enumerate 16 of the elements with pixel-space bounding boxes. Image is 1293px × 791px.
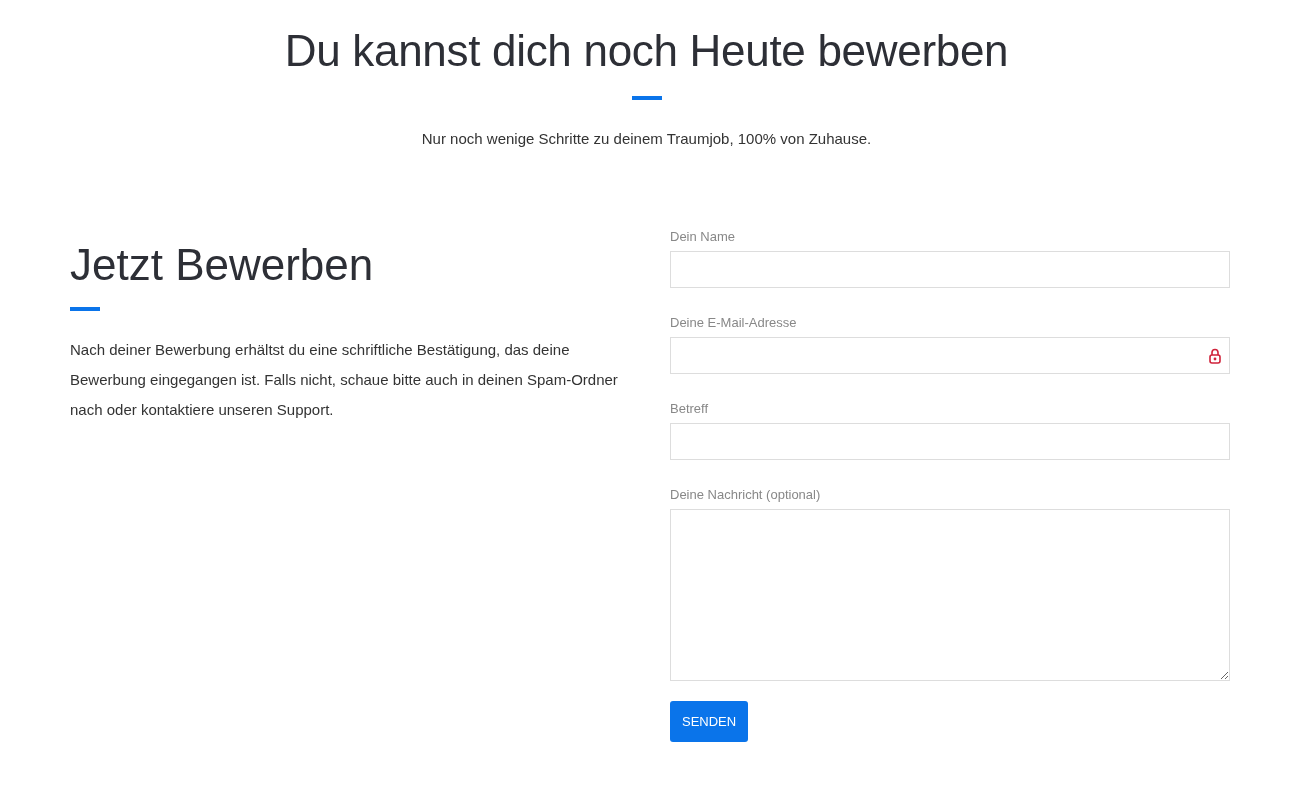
input-field[interactable] (670, 423, 1230, 460)
field-label: Deine Nachricht (optional) (670, 487, 822, 502)
field-label: Dein Name (670, 229, 737, 244)
input-field[interactable] (670, 337, 1230, 374)
page-subtitle: Nur noch wenige Schritte zu deinem Traumjob, 100% von Zuhause. (421, 130, 872, 147)
lock-icon (1209, 347, 1221, 364)
field-label: Betreff (670, 401, 710, 416)
page-title: Du kannst dich noch Heute bewerben (284, 26, 1009, 76)
field-label: Deine E-Mail-Adresse (670, 315, 798, 330)
section-heading: Jetzt Bewerben (70, 239, 375, 291)
accent-bar (70, 307, 100, 311)
submit-button[interactable]: SENDEN (670, 701, 749, 742)
intro-paragraph: Nach deiner Bewerbung erhältst du eine schriftliche Bestätigung, das deine Bewerbung eingegangen ist. Falls nicht, schaue bitte auch in deinen Spam-Ordner nach oder kontaktiere unseren Support. (70, 340, 619, 420)
message-field[interactable] (670, 509, 1230, 681)
input-field[interactable] (670, 251, 1230, 288)
accent-bar (631, 96, 662, 100)
